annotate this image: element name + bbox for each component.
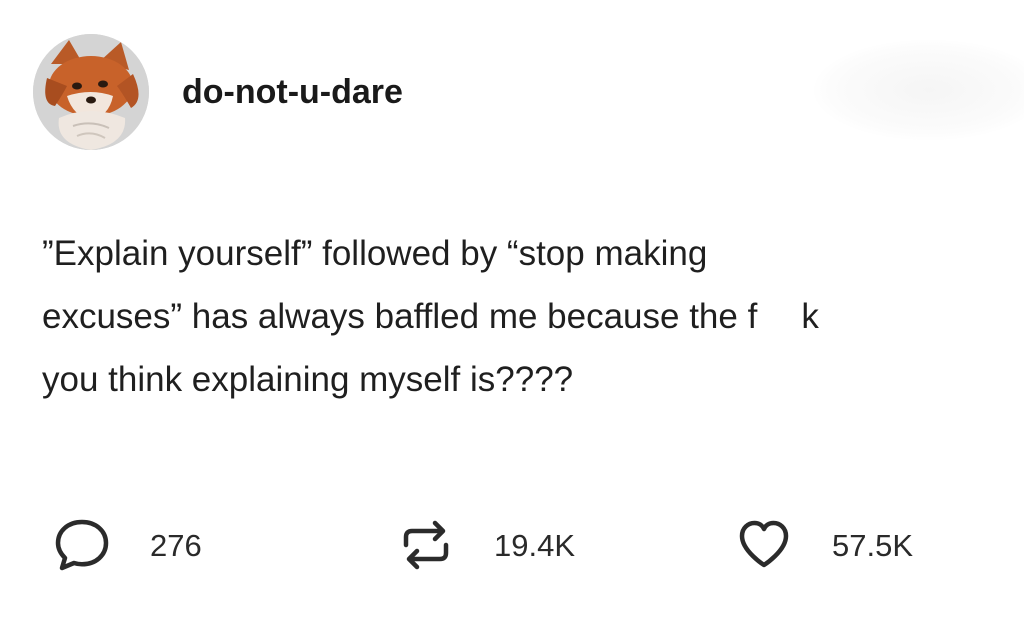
- replies-button[interactable]: 276: [52, 510, 202, 580]
- post-text-line-3: you think explaining myself is????: [42, 360, 574, 399]
- avatar[interactable]: [33, 34, 149, 150]
- heart-icon: [739, 520, 789, 568]
- post-footer: 276 19.4K 57.5K: [0, 510, 1024, 580]
- like-button[interactable]: 57.5K: [734, 510, 913, 580]
- post-card: do-not-u-dare ”Explain yourself” followe…: [0, 0, 1024, 632]
- background-smudge: [814, 40, 1024, 140]
- post-body: ”Explain yourself” followed by “stop mak…: [42, 222, 1002, 411]
- reblogs-count: 19.4K: [494, 527, 576, 563]
- fox-avatar-icon: [33, 34, 149, 150]
- comment-bubble-icon: [55, 519, 109, 571]
- reblog-button[interactable]: 19.4K: [396, 510, 575, 580]
- post-text-line-1: ”Explain yourself” followed by “stop mak…: [42, 234, 708, 273]
- post-text-line-2-before: excuses” has always baffled me because t…: [42, 297, 758, 336]
- likes-count: 57.5K: [832, 527, 914, 563]
- post-text-line-2-after: k: [801, 297, 819, 336]
- reblog-arrows-icon: [403, 520, 449, 570]
- post-text-line-2: excuses” has always baffled me because t…: [42, 285, 1002, 348]
- replies-count: 276: [150, 527, 202, 563]
- username[interactable]: do-not-u-dare: [182, 72, 403, 112]
